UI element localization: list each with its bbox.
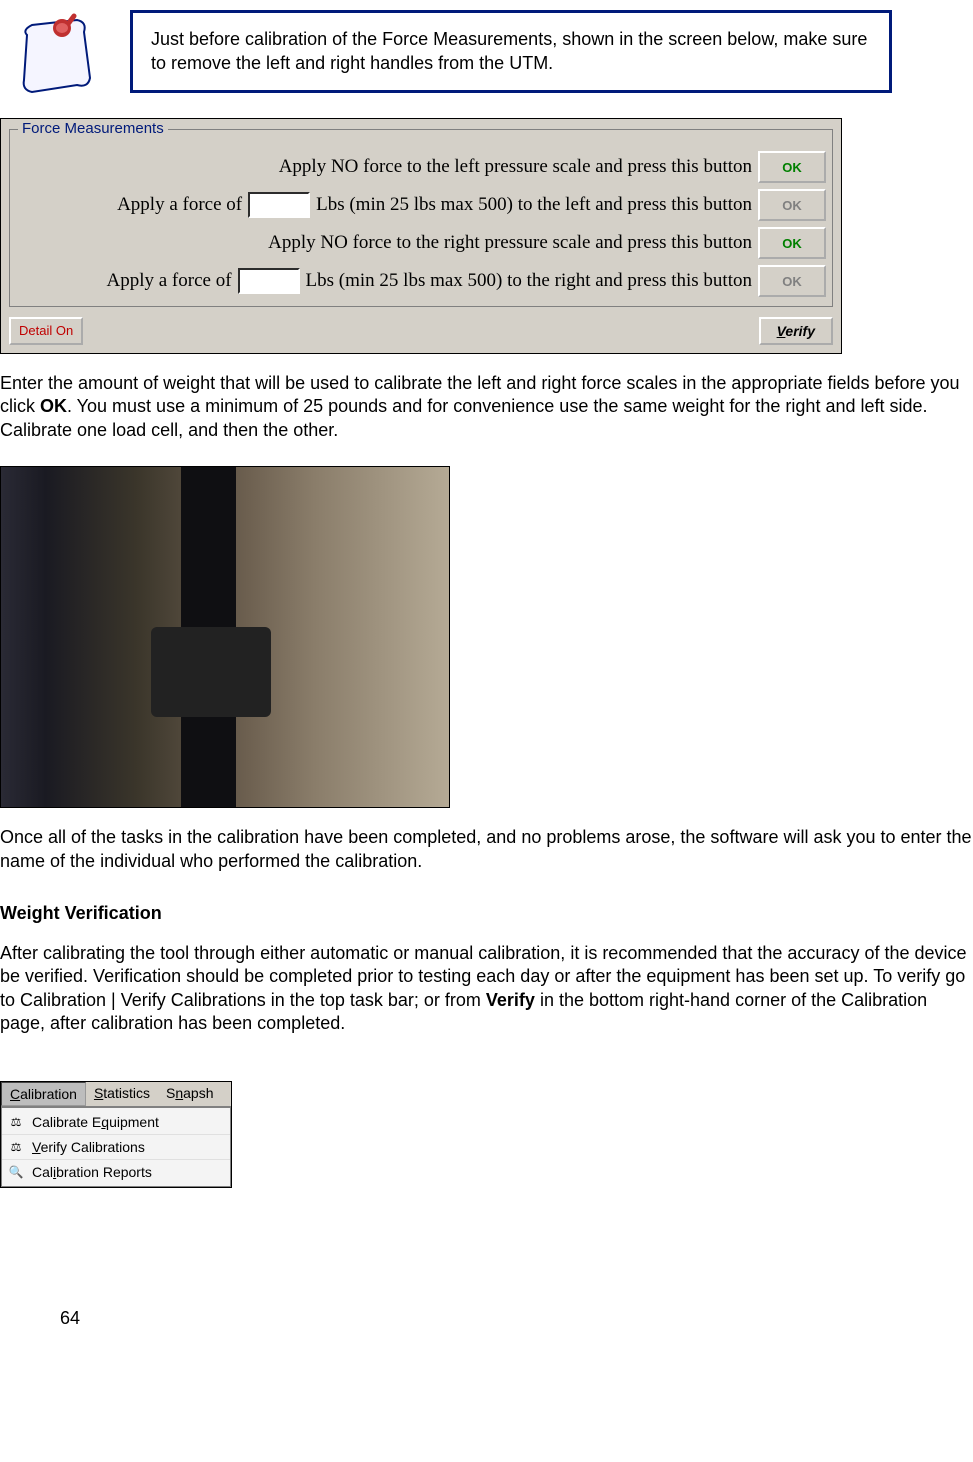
row-label-post: Lbs (min 25 lbs max 500) to the left and… (316, 194, 752, 216)
calibration-row: Apply a force of Lbs (min 25 lbs max 500… (16, 262, 826, 300)
force-measurements-groupbox: Force Measurements Apply NO force to the… (9, 129, 833, 307)
ok-button[interactable]: OK (758, 227, 826, 259)
menu-bar: Calibration Statistics Snapsh (1, 1082, 231, 1107)
groupbox-title: Force Measurements (18, 120, 168, 137)
report-icon: 🔍 (8, 1164, 24, 1180)
calibration-row: Apply NO force to the left pressure scal… (16, 148, 826, 186)
calibration-row: Apply NO force to the right pressure sca… (16, 224, 826, 262)
calibration-row: Apply a force of Lbs (min 25 lbs max 500… (16, 186, 826, 224)
menu-item-calibrate-equipment[interactable]: ⚖ Calibrate Equipment (2, 1110, 230, 1134)
left-force-input[interactable] (248, 192, 310, 218)
detail-on-button[interactable]: Detail On (9, 317, 83, 345)
page-number: 64 (60, 1308, 973, 1329)
scale-icon: ⚖ (8, 1139, 24, 1155)
row-label-pre: Apply a force of (117, 194, 242, 216)
menu-item-verify-calibrations[interactable]: ⚖ Verify Calibrations (2, 1134, 230, 1159)
menu-statistics[interactable]: Statistics (86, 1082, 158, 1106)
row-label-pre: Apply a force of (107, 270, 232, 292)
force-measurements-dialog: Force Measurements Apply NO force to the… (0, 118, 842, 354)
instruction-paragraph: Once all of the tasks in the calibration… (0, 826, 973, 873)
row-label-post: Lbs (min 25 lbs max 500) to the right an… (306, 270, 752, 292)
verify-button[interactable]: Verify (759, 317, 833, 345)
pushpin-note-icon (12, 10, 102, 100)
row-label: Apply NO force to the left pressure scal… (279, 156, 752, 178)
note-text: Just before calibration of the Force Mea… (151, 29, 867, 73)
row-label: Apply NO force to the right pressure sca… (268, 232, 752, 254)
scale-icon: ⚖ (8, 1114, 24, 1130)
calibration-menu-screenshot: Calibration Statistics Snapsh ⚖ Calibrat… (0, 1081, 232, 1188)
menu-dropdown: ⚖ Calibrate Equipment ⚖ Verify Calibrati… (1, 1107, 231, 1187)
menu-snapshot[interactable]: Snapsh (158, 1082, 222, 1106)
menu-calibration[interactable]: Calibration (1, 1082, 86, 1106)
ok-button[interactable]: OK (758, 189, 826, 221)
instruction-paragraph: Enter the amount of weight that will be … (0, 372, 973, 442)
right-force-input[interactable] (238, 268, 300, 294)
ok-button[interactable]: OK (758, 151, 826, 183)
instruction-paragraph: After calibrating the tool through eithe… (0, 942, 973, 1036)
menu-item-calibration-reports[interactable]: 🔍 Calibration Reports (2, 1159, 230, 1184)
equipment-photo (0, 466, 450, 808)
ok-button[interactable]: OK (758, 265, 826, 297)
section-heading: Weight Verification (0, 903, 973, 924)
callout-note-box: Just before calibration of the Force Mea… (130, 10, 892, 93)
